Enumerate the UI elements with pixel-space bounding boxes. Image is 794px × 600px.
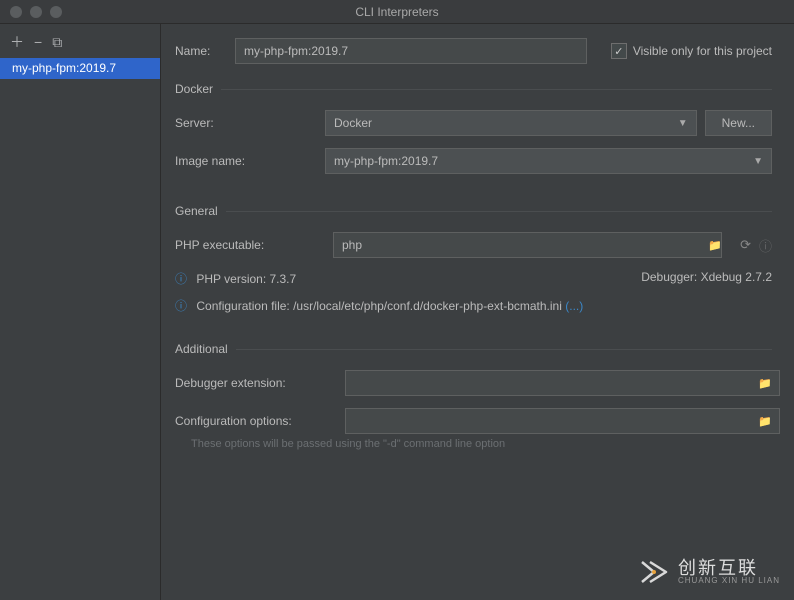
debugger-extension-input[interactable]	[345, 370, 780, 396]
chevron-down-icon: ▼	[678, 118, 688, 129]
copy-button[interactable]: ⧉	[52, 34, 62, 51]
name-label: Name:	[175, 44, 225, 58]
image-name-value: my-php-fpm:2019.7	[334, 154, 438, 168]
server-value: Docker	[334, 116, 372, 130]
image-name-dropdown[interactable]: my-php-fpm:2019.7 ▼	[325, 148, 772, 174]
info-icon: ⓘ	[175, 272, 187, 286]
window-title: CLI Interpreters	[0, 5, 794, 19]
configuration-options-label: Configuration options:	[175, 414, 345, 428]
reload-icon[interactable]: ⟳	[740, 237, 751, 253]
visible-only-checkbox[interactable]: ✓	[611, 43, 627, 59]
watermark-subtext: CHUANG XIN HU LIAN	[678, 577, 780, 585]
watermark-text: 创新互联	[678, 559, 780, 577]
sidebar-item-interpreter[interactable]: my-php-fpm:2019.7	[0, 58, 160, 79]
new-server-button[interactable]: New...	[705, 110, 772, 136]
configuration-options-input[interactable]	[345, 408, 780, 434]
visible-only-label: Visible only for this project	[633, 44, 772, 58]
remove-button[interactable]: −	[34, 34, 42, 50]
add-button[interactable]: ＋	[10, 32, 24, 52]
chevron-down-icon: ▼	[753, 156, 763, 167]
watermark: 创新互联 CHUANG XIN HU LIAN	[638, 556, 780, 588]
php-executable-label: PHP executable:	[175, 238, 325, 252]
debugger-extension-label: Debugger extension:	[175, 376, 345, 390]
name-input[interactable]	[235, 38, 587, 64]
php-version-label: PHP version: 7.3.7	[196, 272, 296, 286]
server-label: Server:	[175, 116, 325, 130]
docker-legend: Docker	[175, 82, 221, 96]
watermark-logo-icon	[638, 556, 670, 588]
configuration-options-hint: These options will be passed using the "…	[191, 438, 772, 450]
server-dropdown[interactable]: Docker ▼	[325, 110, 697, 136]
info-icon: ⓘ	[175, 299, 187, 313]
php-executable-input[interactable]	[333, 232, 722, 258]
additional-legend: Additional	[175, 342, 236, 356]
image-name-label: Image name:	[175, 154, 325, 168]
configuration-file-label: Configuration file: /usr/local/etc/php/c…	[196, 299, 562, 313]
general-legend: General	[175, 204, 226, 218]
info-icon[interactable]: ⓘ	[759, 236, 772, 255]
configuration-file-more-link[interactable]: (...)	[565, 299, 583, 313]
debugger-label: Debugger: Xdebug 2.7.2	[641, 270, 772, 284]
